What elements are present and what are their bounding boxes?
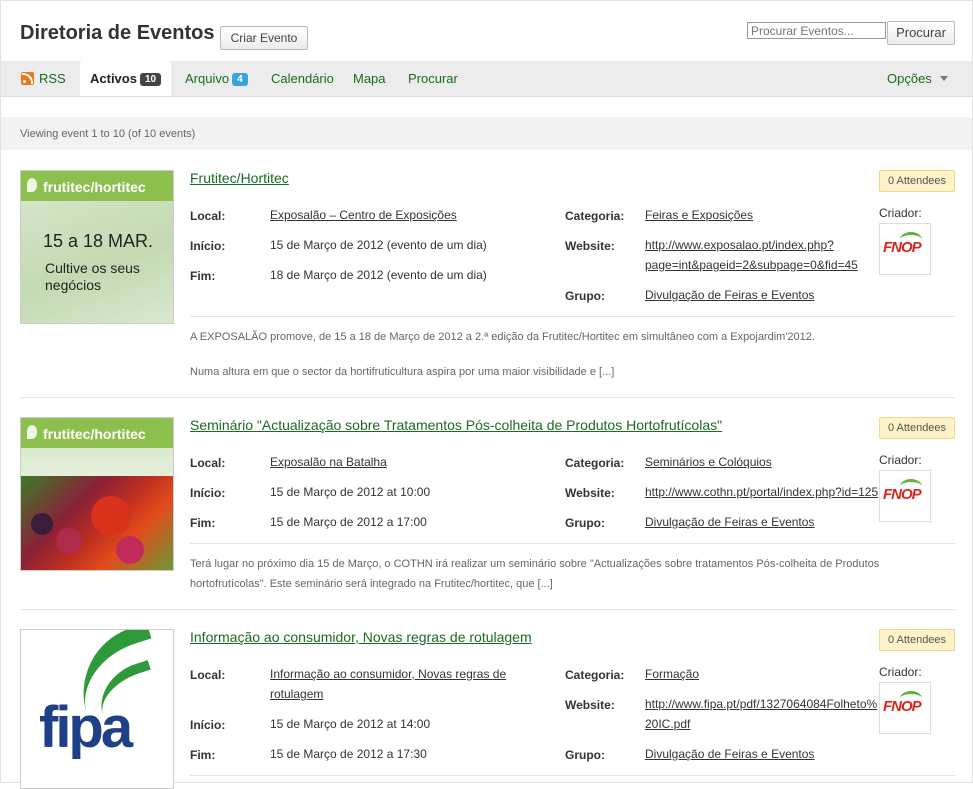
event-description-line: hortofrutícolas". Este seminário será in… bbox=[190, 578, 553, 590]
start-value: 15 de Março de 2012 at 14:00 bbox=[270, 717, 431, 731]
website-link-line: http://www.exposalao.pt/index.php? bbox=[645, 238, 834, 252]
start-value: 15 de Março de 2012 at 10:00 bbox=[270, 485, 431, 499]
thumb-slogan: Cultive os seus bbox=[45, 260, 140, 276]
group-label: Grupo: bbox=[565, 748, 605, 762]
leaf-icon bbox=[900, 232, 922, 247]
creator-avatar[interactable]: FNOP bbox=[879, 682, 931, 734]
event-separator bbox=[20, 609, 955, 610]
start-label: Início: bbox=[190, 718, 226, 732]
event-separator bbox=[20, 397, 955, 398]
event-description-line: Terá lugar no próximo dia 15 de Março, o… bbox=[190, 558, 880, 570]
local-link-line: Informação ao consumidor, Novas regras d… bbox=[270, 667, 507, 681]
event-title-link[interactable]: Seminário "Actualização sobre Tratamento… bbox=[190, 417, 722, 433]
chevron-down-icon bbox=[939, 76, 948, 81]
thumb-brand: frutitec/hortitec bbox=[43, 426, 146, 442]
creator-avatar[interactable]: FNOP bbox=[879, 470, 931, 522]
group-label: Grupo: bbox=[565, 516, 605, 530]
local-link[interactable]: Informação ao consumidor, Novas regras d… bbox=[270, 664, 506, 704]
tab-archive-label: Arquivo bbox=[185, 71, 230, 86]
tab-active[interactable]: Activos 10 bbox=[80, 61, 172, 96]
end-value: 18 de Março de 2012 (evento de um dia) bbox=[270, 268, 487, 282]
end-label: Fim: bbox=[190, 748, 216, 762]
start-label: Início: bbox=[190, 239, 226, 253]
divider bbox=[190, 316, 955, 317]
event-description: A EXPOSALÃO promove, de 15 a 18 de Março… bbox=[190, 331, 815, 343]
group-link[interactable]: Divulgação de Feiras e Eventos bbox=[645, 744, 814, 764]
event-description: Terá lugar no próximo dia 15 de Março, o… bbox=[190, 554, 910, 594]
end-value: 15 de Março de 2012 a 17:30 bbox=[270, 747, 427, 761]
local-label: Local: bbox=[190, 209, 226, 223]
thumb-brand: fipa bbox=[39, 695, 133, 760]
event-description: Numa altura em que o sector da hortifrut… bbox=[190, 366, 615, 378]
leaf-icon bbox=[900, 691, 922, 706]
tab-archive[interactable]: Arquivo 4 bbox=[185, 61, 248, 96]
website-label: Website: bbox=[565, 239, 615, 253]
attendees-badge[interactable]: 0 Attendees bbox=[879, 417, 955, 439]
tab-bar: RSS Activos 10 Arquivo 4 Calendário Mapa P… bbox=[1, 61, 972, 97]
rss-icon bbox=[21, 72, 34, 85]
creator-label: Criador: bbox=[879, 453, 922, 467]
end-label: Fim: bbox=[190, 516, 216, 530]
tab-active-label: Activos bbox=[90, 71, 137, 86]
start-label: Início: bbox=[190, 486, 226, 500]
thumb-brand: frutitec/hortitec bbox=[43, 179, 146, 195]
local-label: Local: bbox=[190, 456, 226, 470]
tab-calendar[interactable]: Calendário bbox=[271, 61, 334, 96]
event-title-link[interactable]: Frutitec/Hortitec bbox=[190, 170, 289, 186]
search-button[interactable]: Procurar bbox=[887, 21, 955, 45]
attendees-badge[interactable]: 0 Attendees bbox=[879, 629, 955, 651]
group-link[interactable]: Divulgação de Feiras e Eventos bbox=[645, 285, 814, 305]
creator-label: Criador: bbox=[879, 206, 922, 220]
leaf-icon bbox=[27, 425, 37, 439]
local-link[interactable]: Exposalão – Centro de Exposições bbox=[270, 205, 457, 225]
tab-map[interactable]: Mapa bbox=[353, 61, 386, 96]
event-thumbnail[interactable]: frutitec/hortitec bbox=[20, 417, 174, 571]
create-event-button[interactable]: Criar Evento bbox=[220, 26, 308, 50]
creator-label: Criador: bbox=[879, 665, 922, 679]
divider bbox=[190, 775, 955, 776]
category-label: Categoria: bbox=[565, 209, 625, 223]
local-label: Local: bbox=[190, 668, 226, 682]
group-link[interactable]: Divulgação de Feiras e Eventos bbox=[645, 512, 814, 532]
divider bbox=[190, 543, 955, 544]
tab-rss[interactable]: RSS bbox=[21, 61, 66, 96]
category-link[interactable]: Formação bbox=[645, 664, 699, 684]
leaf-icon bbox=[27, 178, 37, 192]
event-thumbnail[interactable]: frutitec/hortitec 15 a 18 MAR. Cultive o… bbox=[20, 170, 174, 324]
category-link[interactable]: Seminários e Colóquios bbox=[645, 452, 772, 472]
website-label: Website: bbox=[565, 486, 615, 500]
group-label: Grupo: bbox=[565, 289, 605, 303]
website-link[interactable]: http://www.fipa.pt/pdf/1327064084Folheto… bbox=[645, 694, 877, 734]
website-link-line: 20IC.pdf bbox=[645, 717, 691, 731]
category-label: Categoria: bbox=[565, 668, 625, 682]
thumb-slogan: negócios bbox=[45, 277, 102, 293]
event-thumbnail[interactable]: fipa bbox=[20, 629, 174, 789]
website-link-line: page=int&pageid=2&subpage=0&fid=45 bbox=[645, 258, 858, 272]
active-count-badge: 10 bbox=[139, 73, 162, 86]
website-link[interactable]: http://www.cothn.pt/portal/index.php?id=… bbox=[645, 482, 878, 502]
status-text: Viewing event 1 to 10 (of 10 events) bbox=[1, 117, 972, 150]
local-link-line: rotulagem bbox=[270, 687, 324, 701]
creator-avatar[interactable]: FNOP bbox=[879, 223, 931, 275]
search-input[interactable] bbox=[747, 22, 886, 39]
local-link[interactable]: Exposalão na Batalha bbox=[270, 452, 387, 472]
options-menu[interactable]: Opções bbox=[887, 61, 948, 96]
end-value: 15 de Março de 2012 a 17:00 bbox=[270, 515, 427, 529]
website-label: Website: bbox=[565, 698, 615, 712]
thumb-dates: 15 a 18 MAR. bbox=[43, 231, 154, 251]
tab-rss-label: RSS bbox=[39, 71, 66, 86]
start-value: 15 de Março de 2012 (evento de um dia) bbox=[270, 238, 487, 252]
category-label: Categoria: bbox=[565, 456, 625, 470]
archive-count-badge: 4 bbox=[232, 73, 248, 86]
end-label: Fim: bbox=[190, 269, 216, 283]
options-label: Opções bbox=[887, 71, 932, 86]
event-title-link[interactable]: Informação ao consumidor, Novas regras d… bbox=[190, 629, 532, 645]
page-title: Diretoria de Eventos bbox=[20, 22, 215, 44]
website-link[interactable]: http://www.exposalao.pt/index.php? page=… bbox=[645, 235, 858, 275]
category-link[interactable]: Feiras e Exposições bbox=[645, 205, 753, 225]
website-link-line: http://www.fipa.pt/pdf/1327064084Folheto… bbox=[645, 697, 878, 711]
tab-search[interactable]: Procurar bbox=[408, 61, 458, 96]
leaf-icon bbox=[900, 479, 922, 494]
attendees-badge[interactable]: 0 Attendees bbox=[879, 170, 955, 192]
